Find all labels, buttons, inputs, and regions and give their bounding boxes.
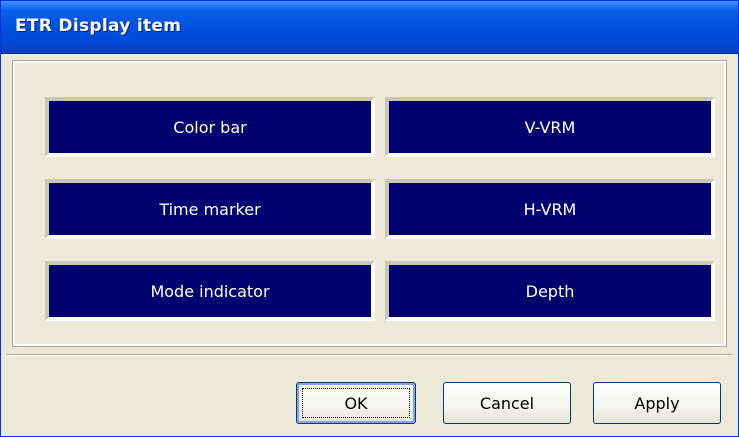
item-time-marker-button[interactable]: Time marker [45,179,375,239]
item-time-marker-label: Time marker [159,199,261,219]
etr-display-item-dialog: ETR Display item Color bar V-VRM Time ma… [0,0,739,437]
item-h-vrm-button[interactable]: H-VRM [385,179,715,239]
title-bar[interactable]: ETR Display item [1,1,738,54]
apply-button[interactable]: Apply [593,382,721,424]
display-items-grid: Color bar V-VRM Time marker H-VRM Mode i… [41,93,715,323]
ok-button[interactable]: OK [296,382,416,424]
cancel-button[interactable]: Cancel [443,382,571,424]
footer-divider [7,354,732,356]
apply-button-label: Apply [634,393,680,413]
item-h-vrm-label: H-VRM [523,199,577,219]
item-color-bar-label: Color bar [173,117,247,137]
cancel-button-label: Cancel [479,393,535,413]
item-mode-indicator-label: Mode indicator [150,281,270,301]
item-v-vrm-label: V-VRM [524,117,576,137]
ok-button-label: OK [344,393,368,413]
item-v-vrm-button[interactable]: V-VRM [385,97,715,157]
item-depth-button[interactable]: Depth [385,261,715,321]
item-depth-label: Depth [525,281,575,301]
window-title: ETR Display item [15,16,182,36]
item-mode-indicator-button[interactable]: Mode indicator [45,261,375,321]
item-color-bar-button[interactable]: Color bar [45,97,375,157]
